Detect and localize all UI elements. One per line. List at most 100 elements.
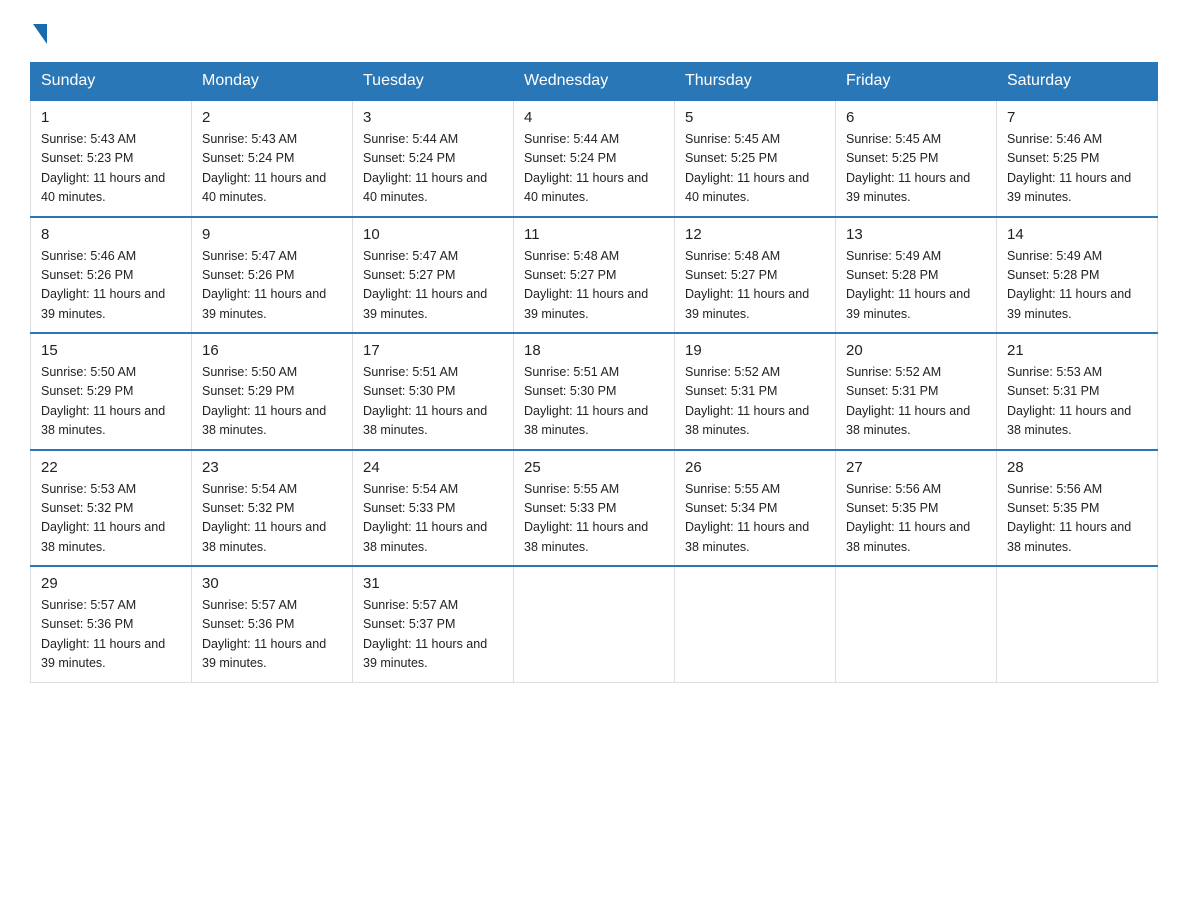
calendar-cell: 11 Sunrise: 5:48 AMSunset: 5:27 PMDaylig…: [514, 217, 675, 334]
calendar-cell: 1 Sunrise: 5:43 AMSunset: 5:23 PMDayligh…: [31, 100, 192, 217]
day-number: 29: [41, 575, 181, 592]
day-info: Sunrise: 5:54 AMSunset: 5:33 PMDaylight:…: [363, 482, 487, 554]
calendar-cell: 28 Sunrise: 5:56 AMSunset: 5:35 PMDaylig…: [997, 450, 1158, 567]
calendar-cell: 19 Sunrise: 5:52 AMSunset: 5:31 PMDaylig…: [675, 333, 836, 450]
calendar-cell: [997, 566, 1158, 682]
calendar-header-row: SundayMondayTuesdayWednesdayThursdayFrid…: [31, 63, 1158, 101]
day-info: Sunrise: 5:49 AMSunset: 5:28 PMDaylight:…: [846, 249, 970, 321]
day-number: 15: [41, 342, 181, 359]
calendar-cell: 26 Sunrise: 5:55 AMSunset: 5:34 PMDaylig…: [675, 450, 836, 567]
day-number: 7: [1007, 109, 1147, 126]
day-number: 26: [685, 459, 825, 476]
calendar-cell: 27 Sunrise: 5:56 AMSunset: 5:35 PMDaylig…: [836, 450, 997, 567]
calendar-cell: [675, 566, 836, 682]
day-number: 8: [41, 226, 181, 243]
day-number: 4: [524, 109, 664, 126]
calendar-cell: 10 Sunrise: 5:47 AMSunset: 5:27 PMDaylig…: [353, 217, 514, 334]
day-number: 9: [202, 226, 342, 243]
day-info: Sunrise: 5:45 AMSunset: 5:25 PMDaylight:…: [846, 132, 970, 204]
page-header: [30, 20, 1158, 44]
calendar-cell: 8 Sunrise: 5:46 AMSunset: 5:26 PMDayligh…: [31, 217, 192, 334]
calendar-day-header: Friday: [836, 63, 997, 101]
day-info: Sunrise: 5:50 AMSunset: 5:29 PMDaylight:…: [202, 365, 326, 437]
calendar-cell: 5 Sunrise: 5:45 AMSunset: 5:25 PMDayligh…: [675, 100, 836, 217]
calendar-cell: 21 Sunrise: 5:53 AMSunset: 5:31 PMDaylig…: [997, 333, 1158, 450]
day-info: Sunrise: 5:48 AMSunset: 5:27 PMDaylight:…: [685, 249, 809, 321]
day-number: 18: [524, 342, 664, 359]
day-info: Sunrise: 5:47 AMSunset: 5:27 PMDaylight:…: [363, 249, 487, 321]
day-info: Sunrise: 5:43 AMSunset: 5:24 PMDaylight:…: [202, 132, 326, 204]
calendar-cell: 16 Sunrise: 5:50 AMSunset: 5:29 PMDaylig…: [192, 333, 353, 450]
day-number: 10: [363, 226, 503, 243]
calendar-cell: 29 Sunrise: 5:57 AMSunset: 5:36 PMDaylig…: [31, 566, 192, 682]
day-number: 17: [363, 342, 503, 359]
calendar-cell: [836, 566, 997, 682]
day-info: Sunrise: 5:52 AMSunset: 5:31 PMDaylight:…: [846, 365, 970, 437]
calendar-cell: 4 Sunrise: 5:44 AMSunset: 5:24 PMDayligh…: [514, 100, 675, 217]
calendar-day-header: Thursday: [675, 63, 836, 101]
day-info: Sunrise: 5:57 AMSunset: 5:36 PMDaylight:…: [202, 598, 326, 670]
day-number: 12: [685, 226, 825, 243]
logo-triangle-icon: [33, 24, 47, 44]
day-number: 3: [363, 109, 503, 126]
calendar-cell: 6 Sunrise: 5:45 AMSunset: 5:25 PMDayligh…: [836, 100, 997, 217]
day-info: Sunrise: 5:44 AMSunset: 5:24 PMDaylight:…: [524, 132, 648, 204]
calendar-day-header: Monday: [192, 63, 353, 101]
day-number: 21: [1007, 342, 1147, 359]
day-info: Sunrise: 5:46 AMSunset: 5:25 PMDaylight:…: [1007, 132, 1131, 204]
calendar-week-row: 1 Sunrise: 5:43 AMSunset: 5:23 PMDayligh…: [31, 100, 1158, 217]
day-number: 20: [846, 342, 986, 359]
day-number: 23: [202, 459, 342, 476]
day-info: Sunrise: 5:55 AMSunset: 5:34 PMDaylight:…: [685, 482, 809, 554]
day-info: Sunrise: 5:53 AMSunset: 5:31 PMDaylight:…: [1007, 365, 1131, 437]
day-info: Sunrise: 5:48 AMSunset: 5:27 PMDaylight:…: [524, 249, 648, 321]
calendar-cell: 15 Sunrise: 5:50 AMSunset: 5:29 PMDaylig…: [31, 333, 192, 450]
day-info: Sunrise: 5:53 AMSunset: 5:32 PMDaylight:…: [41, 482, 165, 554]
day-number: 6: [846, 109, 986, 126]
day-number: 2: [202, 109, 342, 126]
calendar-week-row: 29 Sunrise: 5:57 AMSunset: 5:36 PMDaylig…: [31, 566, 1158, 682]
day-info: Sunrise: 5:56 AMSunset: 5:35 PMDaylight:…: [1007, 482, 1131, 554]
day-info: Sunrise: 5:56 AMSunset: 5:35 PMDaylight:…: [846, 482, 970, 554]
day-info: Sunrise: 5:57 AMSunset: 5:37 PMDaylight:…: [363, 598, 487, 670]
day-info: Sunrise: 5:43 AMSunset: 5:23 PMDaylight:…: [41, 132, 165, 204]
calendar-cell: [514, 566, 675, 682]
calendar-cell: 18 Sunrise: 5:51 AMSunset: 5:30 PMDaylig…: [514, 333, 675, 450]
calendar-cell: 31 Sunrise: 5:57 AMSunset: 5:37 PMDaylig…: [353, 566, 514, 682]
calendar-cell: 17 Sunrise: 5:51 AMSunset: 5:30 PMDaylig…: [353, 333, 514, 450]
calendar-cell: 20 Sunrise: 5:52 AMSunset: 5:31 PMDaylig…: [836, 333, 997, 450]
calendar-cell: 2 Sunrise: 5:43 AMSunset: 5:24 PMDayligh…: [192, 100, 353, 217]
day-number: 1: [41, 109, 181, 126]
calendar-cell: 12 Sunrise: 5:48 AMSunset: 5:27 PMDaylig…: [675, 217, 836, 334]
day-info: Sunrise: 5:55 AMSunset: 5:33 PMDaylight:…: [524, 482, 648, 554]
day-info: Sunrise: 5:47 AMSunset: 5:26 PMDaylight:…: [202, 249, 326, 321]
calendar-day-header: Tuesday: [353, 63, 514, 101]
day-number: 14: [1007, 226, 1147, 243]
calendar-week-row: 22 Sunrise: 5:53 AMSunset: 5:32 PMDaylig…: [31, 450, 1158, 567]
day-number: 31: [363, 575, 503, 592]
calendar-week-row: 8 Sunrise: 5:46 AMSunset: 5:26 PMDayligh…: [31, 217, 1158, 334]
calendar-day-header: Sunday: [31, 63, 192, 101]
calendar-cell: 9 Sunrise: 5:47 AMSunset: 5:26 PMDayligh…: [192, 217, 353, 334]
day-info: Sunrise: 5:45 AMSunset: 5:25 PMDaylight:…: [685, 132, 809, 204]
day-info: Sunrise: 5:46 AMSunset: 5:26 PMDaylight:…: [41, 249, 165, 321]
calendar-day-header: Wednesday: [514, 63, 675, 101]
day-info: Sunrise: 5:44 AMSunset: 5:24 PMDaylight:…: [363, 132, 487, 204]
day-number: 13: [846, 226, 986, 243]
calendar-table: SundayMondayTuesdayWednesdayThursdayFrid…: [30, 62, 1158, 683]
day-info: Sunrise: 5:52 AMSunset: 5:31 PMDaylight:…: [685, 365, 809, 437]
calendar-cell: 25 Sunrise: 5:55 AMSunset: 5:33 PMDaylig…: [514, 450, 675, 567]
calendar-cell: 14 Sunrise: 5:49 AMSunset: 5:28 PMDaylig…: [997, 217, 1158, 334]
day-number: 11: [524, 226, 664, 243]
day-info: Sunrise: 5:57 AMSunset: 5:36 PMDaylight:…: [41, 598, 165, 670]
day-number: 22: [41, 459, 181, 476]
day-number: 28: [1007, 459, 1147, 476]
day-info: Sunrise: 5:51 AMSunset: 5:30 PMDaylight:…: [363, 365, 487, 437]
calendar-week-row: 15 Sunrise: 5:50 AMSunset: 5:29 PMDaylig…: [31, 333, 1158, 450]
day-number: 16: [202, 342, 342, 359]
day-info: Sunrise: 5:49 AMSunset: 5:28 PMDaylight:…: [1007, 249, 1131, 321]
calendar-cell: 23 Sunrise: 5:54 AMSunset: 5:32 PMDaylig…: [192, 450, 353, 567]
day-number: 19: [685, 342, 825, 359]
day-number: 24: [363, 459, 503, 476]
day-number: 27: [846, 459, 986, 476]
